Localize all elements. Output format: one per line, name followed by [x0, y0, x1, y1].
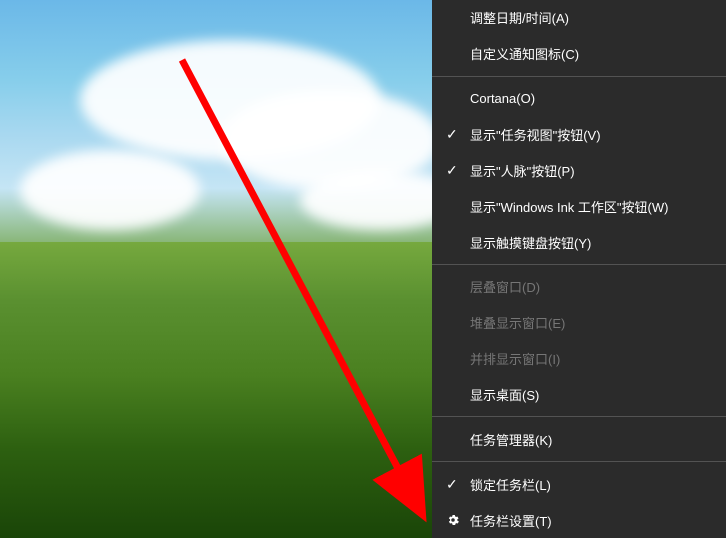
- menu-label: 显示"人脉"按钮(P): [470, 161, 726, 180]
- taskbar-context-menu: 调整日期/时间(A) 自定义通知图标(C) Cortana(O) ✓ 显示"任务…: [432, 0, 726, 538]
- check-icon: ✓: [446, 162, 470, 179]
- menu-item-customize-notification-icons[interactable]: 自定义通知图标(C): [432, 36, 726, 72]
- menu-label: 任务栏设置(T): [470, 511, 726, 530]
- menu-label: 任务管理器(K): [470, 430, 726, 449]
- check-icon: ✓: [446, 126, 470, 143]
- menu-label: 层叠窗口(D): [470, 277, 726, 296]
- menu-item-taskbar-settings[interactable]: 任务栏设置(T): [432, 502, 726, 538]
- menu-label: 自定义通知图标(C): [470, 44, 726, 63]
- menu-item-show-task-view[interactable]: ✓ 显示"任务视图"按钮(V): [432, 117, 726, 153]
- menu-label: 显示触摸键盘按钮(Y): [470, 233, 726, 252]
- menu-label: 锁定任务栏(L): [470, 475, 726, 494]
- menu-separator: [432, 416, 726, 417]
- menu-item-show-desktop[interactable]: 显示桌面(S): [432, 377, 726, 413]
- cloud-shape: [20, 150, 200, 230]
- menu-label: 堆叠显示窗口(E): [470, 313, 726, 332]
- menu-label: 显示桌面(S): [470, 385, 726, 404]
- menu-item-lock-taskbar[interactable]: ✓ 锁定任务栏(L): [432, 466, 726, 502]
- menu-label: Cortana(O): [470, 91, 726, 106]
- menu-item-show-people[interactable]: ✓ 显示"人脉"按钮(P): [432, 152, 726, 188]
- menu-item-show-windows-ink[interactable]: 显示"Windows Ink 工作区"按钮(W): [432, 188, 726, 224]
- menu-label: 调整日期/时间(A): [470, 8, 726, 27]
- menu-label: 并排显示窗口(I): [470, 349, 726, 368]
- menu-item-side-by-side: 并排显示窗口(I): [432, 341, 726, 377]
- check-icon: ✓: [446, 476, 470, 493]
- menu-separator: [432, 461, 726, 462]
- menu-item-cascade-windows: 层叠窗口(D): [432, 269, 726, 305]
- menu-separator: [432, 264, 726, 265]
- menu-item-show-touch-keyboard[interactable]: 显示触摸键盘按钮(Y): [432, 224, 726, 260]
- cloud-shape: [300, 170, 432, 230]
- menu-label: 显示"任务视图"按钮(V): [470, 125, 726, 144]
- menu-label: 显示"Windows Ink 工作区"按钮(W): [470, 197, 726, 216]
- menu-item-cortana[interactable]: Cortana(O): [432, 81, 726, 117]
- menu-separator: [432, 76, 726, 77]
- menu-item-stack-windows: 堆叠显示窗口(E): [432, 305, 726, 341]
- grass-area: [0, 242, 432, 538]
- menu-item-task-manager[interactable]: 任务管理器(K): [432, 421, 726, 457]
- desktop-wallpaper: [0, 0, 432, 538]
- menu-item-adjust-datetime[interactable]: 调整日期/时间(A): [432, 0, 726, 36]
- gear-icon: [446, 513, 470, 527]
